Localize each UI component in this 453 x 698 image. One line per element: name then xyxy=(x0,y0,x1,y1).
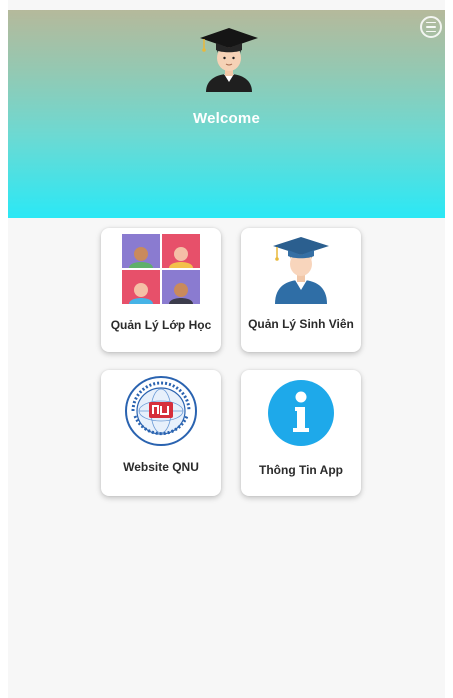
class-management-label: Quản Lý Lớp Học xyxy=(110,318,212,332)
student-management-card[interactable]: Quản Lý Sinh Viên xyxy=(241,228,361,352)
qnu-logo-icon xyxy=(125,376,197,446)
student-icon xyxy=(273,237,329,304)
app-info-card[interactable]: Thông Tin App xyxy=(241,370,361,496)
app-screen: Welcome Quản Lý Lớp Học Quản Lý Sinh Viê… xyxy=(0,0,453,698)
class-management-card[interactable]: Quản Lý Lớp Học xyxy=(101,228,221,352)
student-management-label: Quản Lý Sinh Viên xyxy=(248,317,354,331)
left-edge xyxy=(0,0,8,698)
right-edge xyxy=(445,0,453,698)
classroom-icon xyxy=(122,234,200,304)
app-info-label: Thông Tin App xyxy=(259,463,343,477)
website-qnu-card[interactable]: Website QNU xyxy=(101,370,221,496)
graduate-avatar-icon xyxy=(200,28,258,92)
website-qnu-label: Website QNU xyxy=(123,460,199,474)
welcome-title: Welcome xyxy=(193,110,260,127)
info-icon xyxy=(268,380,334,446)
menu-icon[interactable] xyxy=(420,16,442,38)
